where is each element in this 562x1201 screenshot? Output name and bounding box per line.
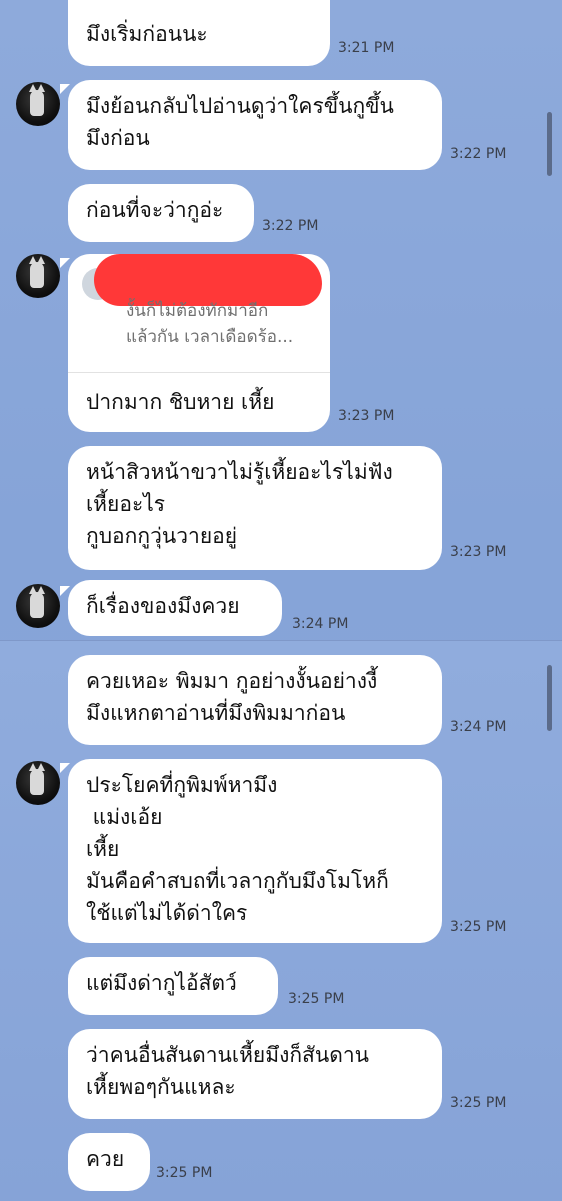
message-bubble[interactable]: มึงเริ่มก่อนนะ bbox=[68, 0, 330, 66]
message-text: เหี้ย bbox=[86, 837, 120, 861]
message-time: 3:25 PM bbox=[450, 919, 507, 935]
message-bubble[interactable]: ควย bbox=[68, 1133, 150, 1191]
message-time: 3:23 PM bbox=[338, 408, 395, 424]
message-text: เหี้ยพอๆกันแหละ bbox=[86, 1075, 236, 1099]
message-time: 3:25 PM bbox=[450, 1095, 507, 1111]
message-bubble[interactable]: ประโยคที่กูพิมพ์หามึง แม่งเอ้ย เหี้ย มัน… bbox=[68, 759, 442, 943]
message-time: 3:24 PM bbox=[292, 616, 349, 632]
quoted-text: งั้นก็ไม่ต้องทักมาอีก แล้วกัน เวลาเดือดร… bbox=[126, 301, 294, 347]
message-time: 3:23 PM bbox=[450, 544, 507, 560]
message-text: เหี้ยอะไร bbox=[86, 492, 166, 516]
message-text: มึงแหกตาอ่านที่มึงพิมมาก่อน bbox=[86, 701, 346, 725]
message-time: 3:22 PM bbox=[450, 146, 507, 162]
message-bubble[interactable]: แต่มึงด่ากูไอ้สัตว์ bbox=[68, 957, 278, 1015]
avatar[interactable] bbox=[16, 584, 60, 628]
message-text: ก่อนที่จะว่ากูอ่ะ bbox=[86, 198, 224, 222]
avatar[interactable] bbox=[16, 82, 60, 126]
message-bubble[interactable]: ก็เรื่องของมึงควย bbox=[68, 580, 282, 636]
message-text: หน้าสิวหน้าขวาไม่รู้เหี้ยอะไรไม่ฟัง bbox=[86, 460, 393, 484]
message-text: กูบอกกูวุ่นวายอยู่ bbox=[86, 524, 238, 548]
message-text: ก็เรื่องของมึงควย bbox=[86, 594, 240, 618]
message-text: ปากมาก ชิบหาย เหี้ย bbox=[86, 390, 275, 414]
bubble-tail bbox=[60, 763, 70, 773]
message-text: แต่มึงด่ากูไอ้สัตว์ bbox=[86, 971, 237, 995]
scrollbar[interactable] bbox=[547, 112, 552, 176]
cat-icon bbox=[29, 256, 45, 288]
message-text: แม่งเอ้ย bbox=[86, 805, 163, 829]
message-bubble[interactable]: หน้าสิวหน้าขวาไม่รู้เหี้ยอะไรไม่ฟัง เหี้… bbox=[68, 446, 442, 570]
reply-bubble[interactable]: งั้นก็ไม่ต้องทักมาอีก แล้วกัน เวลาเดือดร… bbox=[68, 254, 330, 432]
scrollbar[interactable] bbox=[547, 665, 552, 731]
message-text: ควย bbox=[86, 1147, 125, 1171]
message-text: ใช้แต่ไม่ได้ด่าใคร bbox=[86, 901, 248, 925]
message-text: มึงเริ่มก่อนนะ bbox=[86, 22, 208, 46]
quoted-message[interactable]: งั้นก็ไม่ต้องทักมาอีก แล้วกัน เวลาเดือดร… bbox=[68, 254, 330, 373]
message-time: 3:25 PM bbox=[288, 991, 345, 1007]
message-time: 3:21 PM bbox=[338, 40, 395, 56]
message-text: ว่าคนอื่นสันดานเหี้ยมึงก็สันดาน bbox=[86, 1043, 370, 1067]
avatar[interactable] bbox=[16, 761, 60, 805]
avatar[interactable] bbox=[16, 254, 60, 298]
message-bubble[interactable]: ว่าคนอื่นสันดานเหี้ยมึงก็สันดาน เหี้ยพอๆ… bbox=[68, 1029, 442, 1119]
message-time: 3:24 PM bbox=[450, 719, 507, 735]
message-bubble[interactable]: มึงย้อนกลับไปอ่านดูว่าใครขึ้นกูขึ้น มึงก… bbox=[68, 80, 442, 170]
message-text: มึงย้อนกลับไปอ่านดูว่าใครขึ้นกูขึ้น bbox=[86, 94, 394, 118]
message-text: ควยเหอะ พิมมา กูอย่างงั้นอย่างงี้ bbox=[86, 669, 378, 693]
message-bubble[interactable]: ควยเหอะ พิมมา กูอย่างงั้นอย่างงี้ มึงแหก… bbox=[68, 655, 442, 745]
message-text: ประโยคที่กูพิมพ์หามึง bbox=[86, 773, 278, 797]
chat-screenshot-top: มึงเริ่มก่อนนะ 3:21 PM มึงย้อนกลับไปอ่าน… bbox=[0, 0, 562, 640]
message-bubble[interactable]: ก่อนที่จะว่ากูอ่ะ bbox=[68, 184, 254, 242]
cat-icon bbox=[29, 586, 45, 618]
message-time: 3:22 PM bbox=[262, 218, 319, 234]
cat-icon bbox=[29, 763, 45, 795]
message-text: มันคือคำสบถที่เวลากูกับมึงโมโหก็ bbox=[86, 869, 389, 893]
message-text: มึงก่อน bbox=[86, 126, 150, 150]
chat-screenshot-bottom: ควยเหอะ พิมมา กูอย่างงั้นอย่างงี้ มึงแหก… bbox=[0, 640, 562, 1201]
cat-icon bbox=[29, 84, 45, 116]
bubble-tail bbox=[60, 84, 70, 94]
message-time: 3:25 PM bbox=[156, 1165, 213, 1181]
